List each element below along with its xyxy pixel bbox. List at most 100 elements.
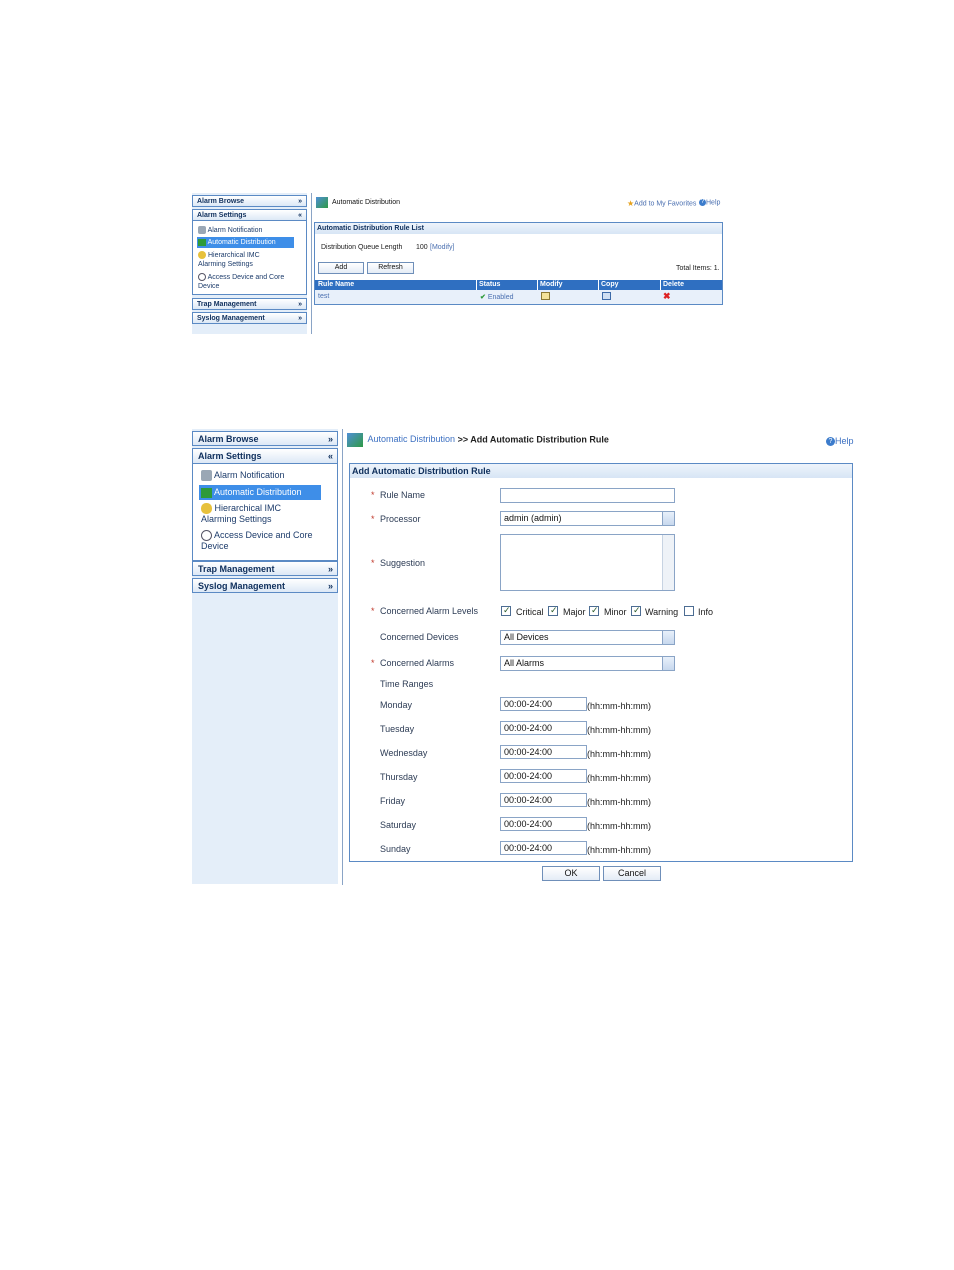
- breadcrumb-link[interactable]: Automatic Distribution: [368, 434, 456, 444]
- sidebar-syslog-management[interactable]: Syslog Management »: [192, 312, 307, 324]
- sidebar-syslog-management[interactable]: Syslog Management »: [192, 578, 338, 593]
- warning-checkbox[interactable]: ✓: [631, 605, 641, 616]
- sidebar-alarm-browse-label: Alarm Browse: [197, 198, 245, 205]
- sidebar-item-alarm-notification[interactable]: Alarm Notification: [201, 470, 285, 482]
- tuesday-time-input[interactable]: [500, 721, 587, 735]
- sidebar-alarm-settings[interactable]: Alarm Settings «: [192, 448, 338, 464]
- alarms-select[interactable]: All Alarms: [500, 656, 675, 671]
- sidebar-item-access-device[interactable]: Access Device and Core Device: [201, 530, 313, 552]
- wednesday-time-input[interactable]: [500, 745, 587, 759]
- refresh-button[interactable]: Refresh: [367, 262, 414, 274]
- rule-name-label: Rule Name: [380, 490, 426, 500]
- sunday-time-input[interactable]: [500, 841, 587, 855]
- col-status[interactable]: Status: [479, 281, 500, 288]
- processor-select[interactable]: admin (admin): [500, 511, 675, 526]
- status-cell: ✔ Enabled: [480, 293, 514, 301]
- sidebar-item-hierarchical-imc[interactable]: Hierarchical IMC Alarming Settings: [201, 503, 281, 525]
- sidebar-item-label: Alarm Notification: [207, 226, 263, 234]
- chevron-down-icon: [662, 657, 674, 670]
- time-format-hint: (hh:mm-hh:mm): [587, 773, 652, 783]
- add-button[interactable]: Add: [318, 262, 364, 274]
- monday-time-input[interactable]: [500, 697, 587, 711]
- rule-name-link[interactable]: test: [318, 293, 329, 300]
- help-label: Help: [706, 199, 721, 207]
- chevron-up-icon: «: [327, 451, 333, 461]
- sidebar-item-hierarchical-imc[interactable]: Hierarchical IMC Alarming Settings: [198, 251, 260, 269]
- col-copy[interactable]: Copy: [601, 281, 619, 288]
- sidebar-item-label: Access Device and Core: [207, 274, 285, 281]
- thursday-time-input[interactable]: [500, 769, 587, 783]
- required-marker: *: [371, 490, 375, 500]
- required-marker: *: [371, 658, 375, 668]
- sidebar-syslog-management-label: Syslog Management: [197, 315, 265, 322]
- critical-label: Critical: [516, 607, 544, 617]
- sidebar-alarm-settings[interactable]: Alarm Settings «: [192, 209, 307, 221]
- sidebar-alarm-browse[interactable]: Alarm Browse »: [192, 431, 338, 446]
- sidebar-trap-management[interactable]: Trap Management »: [192, 561, 338, 576]
- minor-label: Minor: [604, 607, 627, 617]
- wednesday-label: Wednesday: [380, 748, 428, 758]
- status-value: Enabled: [487, 294, 514, 301]
- sidebar-item-automatic-distribution[interactable]: Automatic Distribution: [199, 485, 321, 500]
- add-favorites-label: Add to My Favorites: [634, 200, 697, 208]
- ok-button[interactable]: OK: [542, 866, 600, 881]
- sidebar-item-access-device[interactable]: Access Device and Core Device: [198, 273, 284, 291]
- friday-time-input[interactable]: [500, 793, 587, 807]
- tuesday-label: Tuesday: [380, 724, 415, 734]
- sidebar-alarm-settings-panel: Alarm Notification Automatic Distributio…: [192, 221, 307, 295]
- col-rule-name[interactable]: Rule Name: [318, 281, 354, 288]
- time-format-hint: (hh:mm-hh:mm): [587, 821, 652, 831]
- time-format-hint: (hh:mm-hh:mm): [587, 701, 652, 711]
- help-icon: ?: [699, 199, 706, 206]
- chevron-down-icon: [662, 512, 674, 525]
- sidebar-trap-management[interactable]: Trap Management »: [192, 298, 307, 310]
- monday-label: Monday: [380, 700, 413, 710]
- processor-label: Processor: [380, 514, 421, 524]
- distribution-icon: [198, 238, 206, 246]
- scrollbar[interactable]: [662, 535, 674, 590]
- minor-checkbox[interactable]: ✓: [589, 605, 599, 616]
- sidebar-alarm-settings-label: Alarm Settings: [198, 451, 262, 461]
- copy-icon[interactable]: [602, 292, 611, 300]
- help-link[interactable]: ? Help: [826, 436, 854, 447]
- sidebar-item-label: Device: [198, 283, 220, 290]
- sidebar-item-label: Access Device and Core: [214, 530, 313, 540]
- section-title-bar: Automatic Distribution Rule List: [315, 223, 722, 234]
- help-icon: ?: [826, 437, 835, 447]
- sidebar-divider: [342, 429, 343, 885]
- warning-label: Warning: [645, 607, 679, 617]
- col-modify[interactable]: Modify: [540, 281, 563, 288]
- favorites-link[interactable]: ★Add to My Favorites: [627, 199, 696, 208]
- help-link[interactable]: ? Help: [699, 199, 720, 206]
- automatic-distribution-icon: [316, 197, 328, 208]
- devices-label: Concerned Devices: [380, 632, 459, 642]
- info-checkbox[interactable]: [684, 606, 694, 616]
- devices-select[interactable]: All Devices: [500, 630, 675, 645]
- star-icon: ★: [627, 199, 635, 208]
- sidebar-alarm-browse[interactable]: Alarm Browse »: [192, 195, 307, 207]
- chevron-down-icon: »: [298, 301, 302, 308]
- major-checkbox[interactable]: ✓: [548, 605, 558, 616]
- sidebar-alarm-settings-panel: Alarm Notification Automatic Distributio…: [192, 464, 338, 561]
- saturday-label: Saturday: [380, 820, 417, 830]
- sidebar-item-label: Automatic Distribution: [214, 487, 302, 497]
- sidebar-item-automatic-distribution[interactable]: Automatic Distribution: [197, 237, 294, 248]
- rule-name-input[interactable]: [500, 488, 675, 503]
- modify-icon[interactable]: [541, 292, 550, 300]
- section-title: Add Automatic Distribution Rule: [352, 466, 491, 476]
- time-format-hint: (hh:mm-hh:mm): [587, 725, 652, 735]
- table-row: [315, 290, 722, 304]
- access-device-icon: [201, 530, 212, 542]
- queue-modify-link[interactable]: [Modify]: [430, 244, 455, 251]
- col-delete[interactable]: Delete: [663, 281, 684, 288]
- critical-checkbox[interactable]: ✓: [501, 605, 511, 616]
- delete-icon[interactable]: ✖: [663, 291, 671, 302]
- check-icon: ✓: [633, 605, 641, 615]
- sidebar: Alarm Browse » Alarm Settings « Alarm No…: [192, 429, 338, 884]
- saturday-time-input[interactable]: [500, 817, 587, 831]
- section-title: Automatic Distribution Rule List: [317, 225, 424, 232]
- breadcrumb-current: >> Add Automatic Distribution Rule: [457, 434, 609, 445]
- sidebar-item-alarm-notification[interactable]: Alarm Notification: [198, 226, 262, 234]
- suggestion-textarea[interactable]: [500, 534, 675, 591]
- cancel-button[interactable]: Cancel: [603, 866, 661, 881]
